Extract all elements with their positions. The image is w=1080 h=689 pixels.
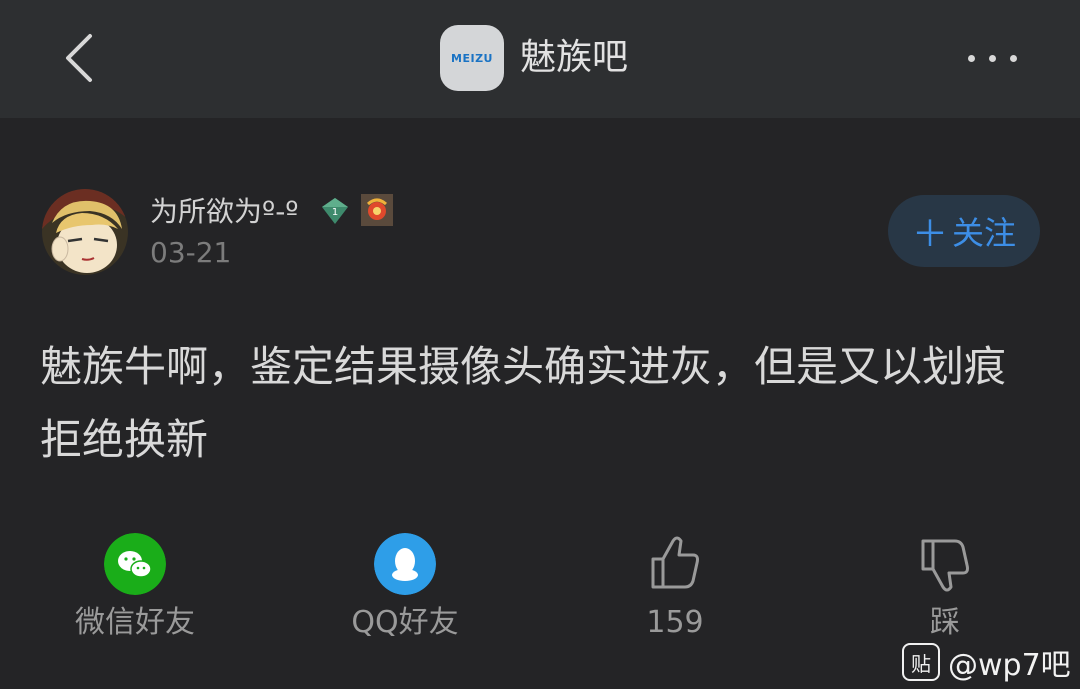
level-badge-icon: 1 <box>322 198 348 224</box>
tieba-icon: 贴 <box>902 643 940 681</box>
watermark: 贴 @wp7吧 <box>902 640 1071 684</box>
wechat-label: 微信好友 <box>75 605 195 640</box>
chevron-left-icon[interactable] <box>56 30 106 86</box>
thumbs-up-icon <box>651 536 699 589</box>
qq-icon <box>374 533 436 595</box>
post-date: 03-21 <box>150 236 232 269</box>
like-count: 159 <box>646 605 704 640</box>
level-number: 1 <box>332 207 338 218</box>
logo-text: MEIZU <box>451 51 493 65</box>
forum-title[interactable]: 魅族吧 <box>520 34 628 82</box>
wechat-icon <box>104 533 166 595</box>
username[interactable]: 为所欲为º-º <box>150 194 299 230</box>
top-bar: MEIZU 魅族吧 <box>0 0 1080 118</box>
watermark-text: @wp7吧 <box>948 648 1071 683</box>
tieba-icon-text: 贴 <box>911 651 931 676</box>
honor-badge-icon <box>361 194 393 226</box>
thumbs-down-icon <box>921 539 969 592</box>
avatar[interactable] <box>42 189 128 275</box>
post-content: 魅族牛啊，鉴定结果摄像头确实进灰，但是又以划痕拒绝换新 <box>40 342 1007 464</box>
follow-button[interactable]: ＋ 关注 <box>888 195 1040 267</box>
follow-label: 关注 <box>952 214 1017 252</box>
dislike-label: 踩 <box>930 605 960 640</box>
qq-label: QQ好友 <box>351 605 459 640</box>
more-dots-icon[interactable] <box>968 48 1038 68</box>
plus-icon: ＋ <box>911 214 948 255</box>
forum-logo[interactable]: MEIZU <box>440 25 504 91</box>
